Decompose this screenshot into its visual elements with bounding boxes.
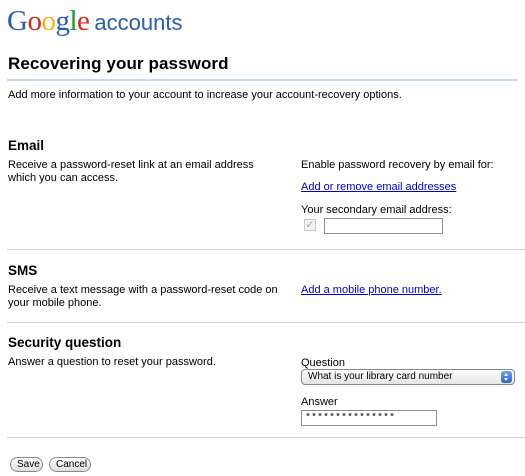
answer-label: Answer — [301, 396, 338, 408]
secondary-email-checkbox[interactable]: ✓ — [304, 219, 316, 231]
check-icon: ✓ — [305, 219, 315, 231]
secondary-email-label: Your secondary email address: — [301, 204, 452, 216]
security-question-heading: Security question — [8, 335, 122, 350]
save-button[interactable]: Save — [10, 457, 43, 472]
sms-heading: SMS — [8, 263, 38, 278]
google-logo-text: Google — [7, 5, 90, 37]
title-divider — [7, 79, 518, 81]
answer-input[interactable] — [301, 410, 437, 426]
add-remove-email-link[interactable]: Add or remove email addresses — [301, 181, 456, 193]
section-divider — [7, 437, 525, 438]
email-description: Receive a password-reset link at an emai… — [8, 159, 254, 184]
sms-description: Receive a text message with a password-r… — [8, 284, 278, 309]
security-question-description: Answer a question to reset your password… — [8, 356, 216, 368]
logo-accounts-text: accounts — [94, 10, 183, 35]
section-divider — [7, 249, 525, 250]
secondary-email-input[interactable] — [324, 218, 443, 234]
email-heading: Email — [8, 138, 45, 153]
select-updown-arrow-icon — [501, 371, 512, 383]
security-question-select[interactable]: What is your library card number — [301, 369, 515, 385]
add-mobile-phone-link[interactable]: Add a mobile phone number. — [301, 284, 442, 296]
cancel-button[interactable]: Cancel — [49, 457, 91, 472]
google-accounts-logo: Google accounts — [7, 2, 182, 36]
intro-text: Add more information to your account to … — [8, 89, 402, 101]
selected-question: What is your library card number — [308, 371, 453, 382]
page-title: Recovering your password — [8, 54, 229, 73]
email-enable-text: Enable password recovery by email for: — [301, 159, 494, 171]
section-divider — [7, 322, 525, 323]
question-label: Question — [301, 357, 346, 369]
